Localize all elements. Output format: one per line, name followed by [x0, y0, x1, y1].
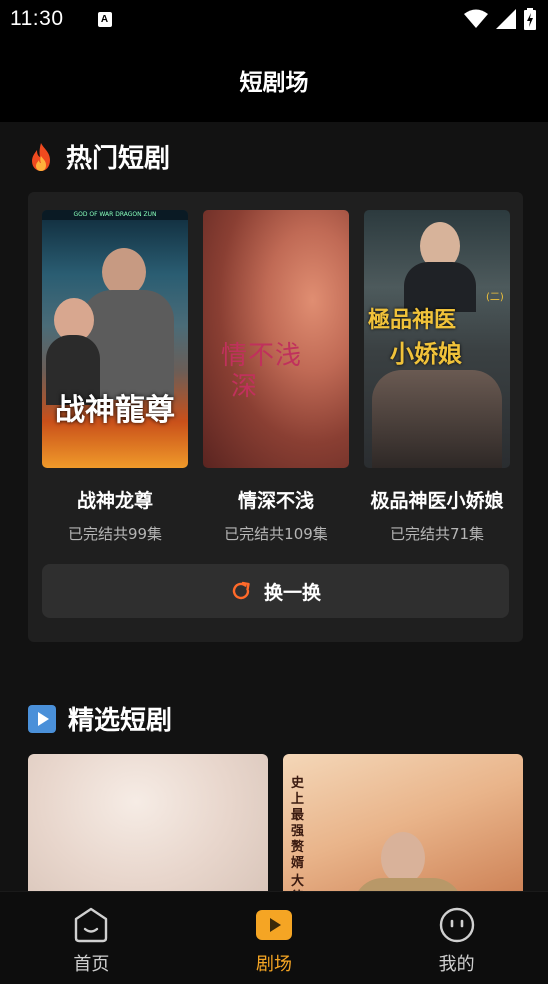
- nav-home-label: 首页: [73, 954, 110, 975]
- refresh-button[interactable]: 换一换: [42, 564, 509, 618]
- drama-item[interactable]: 情不浅 深 情深不浅 已完结共109集: [203, 210, 349, 544]
- app-bar: 短剧场: [0, 38, 548, 122]
- poster-banner: GOD OF WAR DRAGON ZUN: [42, 210, 188, 220]
- hot-section-header: 热门短剧: [28, 138, 170, 175]
- poster-figure-head: [381, 832, 425, 884]
- featured-drama-card[interactable]: [28, 754, 268, 892]
- play-square-icon: [28, 704, 56, 733]
- poster-title: 战神龍尊: [55, 393, 175, 428]
- battery-icon: [524, 8, 536, 30]
- fire-icon: [32, 142, 50, 171]
- poster-title-2: 小娇娘: [390, 339, 462, 368]
- drama-poster[interactable]: GOD OF WAR DRAGON ZUN 战神龍尊: [42, 210, 188, 468]
- poster-figure-body: [353, 878, 463, 892]
- refresh-icon: [232, 581, 250, 600]
- drama-name: 情深不浅: [237, 490, 314, 512]
- home-face-icon: [75, 907, 108, 943]
- status-bar: 11:30 A: [0, 0, 548, 38]
- drama-name: 战神龙尊: [76, 490, 153, 512]
- featured-section-header: 精选短剧: [28, 700, 172, 737]
- poster-figure-head: [102, 248, 146, 296]
- nav-theater[interactable]: 剧场: [183, 892, 366, 984]
- drama-poster[interactable]: 情不浅 深: [203, 210, 349, 468]
- featured-poster-subtitle: 大律: [291, 874, 305, 892]
- featured-section-title: 精选短剧: [68, 706, 173, 736]
- drama-item[interactable]: GOD OF WAR DRAGON ZUN 战神龍尊 战神龙尊 已完结共99集: [42, 210, 188, 544]
- hot-section-title: 热门短剧: [66, 144, 171, 174]
- bottom-nav: 首页 剧场 我的: [0, 891, 548, 984]
- drama-meta: 已完结共71集: [389, 525, 485, 543]
- poster-tag: (二): [486, 292, 504, 303]
- nav-profile-label: 我的: [438, 954, 475, 975]
- poster-title-2: 深: [231, 372, 258, 402]
- featured-poster-title: 史上最强赘婿: [291, 776, 305, 871]
- drama-item[interactable]: 極品神医 (二) 小娇娘 极品神医小娇娘 已完结共71集: [364, 210, 510, 544]
- hot-dramas-card: GOD OF WAR DRAGON ZUN 战神龍尊 战神龙尊 已完结共99集 …: [28, 192, 523, 642]
- nav-theater-label: 剧场: [256, 954, 292, 975]
- cellular-icon: [496, 9, 516, 29]
- wifi-icon: [464, 9, 488, 28]
- poster-group: [372, 370, 502, 468]
- status-icons: [464, 8, 536, 30]
- drama-meta: 已完结共99集: [67, 525, 163, 543]
- main-content[interactable]: 热门短剧 GOD OF WAR DRAGON ZUN 战神龍尊 战神龙尊 已完结…: [0, 122, 548, 892]
- refresh-label: 换一换: [263, 581, 321, 604]
- page-title: 短剧场: [239, 70, 309, 96]
- poster-title-1: 極品神医: [368, 307, 457, 333]
- notification-a-icon: A: [97, 11, 112, 27]
- status-time: 11:30: [10, 7, 64, 30]
- drama-poster[interactable]: 極品神医 (二) 小娇娘: [364, 210, 510, 468]
- drama-meta: 已完结共109集: [224, 525, 328, 543]
- nav-profile[interactable]: 我的: [365, 892, 548, 984]
- profile-face-icon: [439, 907, 474, 943]
- play-icon: [256, 910, 292, 940]
- screen: 11:30 A 短剧场 热门短剧 GOD OF WAR DRAGON ZUN 战…: [0, 0, 548, 984]
- featured-drama-card[interactable]: 史上最强赘婿 大律: [283, 754, 523, 892]
- nav-home[interactable]: 首页: [0, 892, 183, 984]
- drama-name: 极品神医小娇娘: [370, 490, 504, 512]
